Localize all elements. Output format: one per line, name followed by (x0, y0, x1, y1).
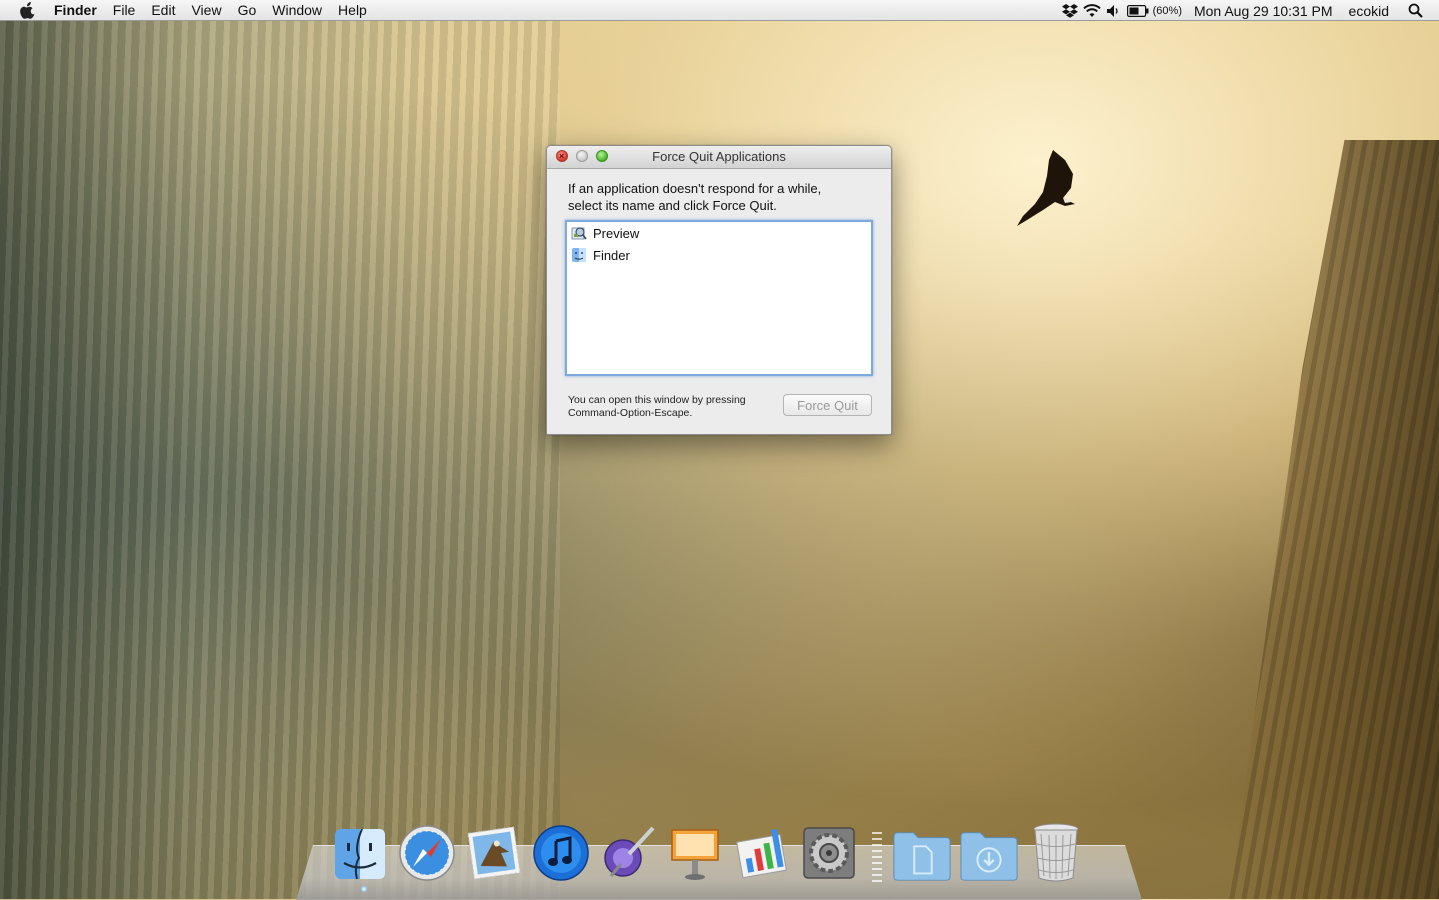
battery-icon[interactable] (1125, 0, 1151, 21)
menubar-clock[interactable]: Mon Aug 29 10:31 PM (1194, 3, 1333, 19)
menu-edit[interactable]: Edit (143, 0, 183, 21)
iphoto-icon (604, 826, 655, 877)
list-item-label: Preview (593, 225, 640, 241)
menu-bar: Finder File Edit View Go Window Help (60… (0, 0, 1439, 21)
eagle-wallpaper-decoration (1017, 150, 1075, 226)
battery-percentage: (60%) (1152, 4, 1182, 17)
dock-iphoto[interactable] (598, 820, 658, 882)
instructions-text: If an application doesn't respond for a … (568, 180, 873, 214)
instructions-line-2: select its name and click Force Quit. (568, 198, 777, 213)
numbers-icon (736, 829, 787, 879)
menu-window[interactable]: Window (264, 0, 330, 21)
dock-separator (872, 832, 882, 882)
shortcut-hint: You can open this window by pressing Com… (568, 394, 778, 420)
downloads-folder-icon (960, 832, 1018, 881)
dock-trash[interactable] (1026, 820, 1086, 882)
hint-line-1: You can open this window by pressing (568, 394, 746, 406)
dock-itunes[interactable] (531, 820, 591, 882)
preview-icon (571, 225, 587, 241)
keynote-icon (671, 829, 719, 880)
force-quit-window: × Force Quit Applications If an applicat… (546, 145, 892, 435)
window-title: Force Quit Applications (652, 149, 786, 164)
finder-icon (571, 247, 587, 263)
force-quit-button[interactable]: Force Quit (783, 394, 872, 416)
dock (330, 812, 1093, 882)
trash-icon (1033, 823, 1079, 882)
apple-icon[interactable] (16, 0, 38, 21)
documents-folder-icon (893, 832, 951, 881)
mail-icon (467, 826, 521, 880)
menu-file[interactable]: File (105, 0, 144, 21)
list-item-finder[interactable]: Finder (567, 244, 871, 266)
dock-mail[interactable] (464, 820, 524, 882)
dock-documents-folder[interactable] (892, 820, 952, 882)
finder-icon (335, 828, 385, 880)
spotlight-icon[interactable] (1405, 0, 1425, 21)
list-item-preview[interactable]: Preview (567, 222, 871, 244)
dropbox-icon[interactable] (1059, 0, 1081, 21)
dock-keynote[interactable] (665, 820, 725, 882)
dock-numbers[interactable] (732, 820, 792, 882)
dock-downloads-folder[interactable] (959, 820, 1019, 882)
application-list[interactable]: Preview Finder (565, 220, 873, 376)
dock-system-preferences[interactable] (799, 820, 859, 882)
itunes-icon (533, 825, 589, 881)
hint-line-2: Command-Option-Escape. (568, 407, 693, 419)
menu-view[interactable]: View (183, 0, 229, 21)
system-preferences-icon (803, 827, 855, 879)
wifi-icon[interactable] (1081, 0, 1103, 21)
instructions-line-1: If an application doesn't respond for a … (568, 181, 822, 196)
menu-help[interactable]: Help (330, 0, 375, 21)
finder-running-indicator (361, 886, 367, 892)
volume-icon[interactable] (1103, 0, 1125, 21)
menubar-user[interactable]: ecokid (1349, 3, 1389, 19)
menu-go[interactable]: Go (230, 0, 265, 21)
safari-icon (399, 825, 455, 881)
window-titlebar[interactable]: × Force Quit Applications (547, 146, 891, 169)
wallpaper-cliff (1229, 140, 1439, 899)
dock-finder[interactable] (330, 820, 390, 882)
dock-safari[interactable] (397, 820, 457, 882)
list-item-label: Finder (593, 247, 630, 263)
wallpaper-waterfall (0, 20, 560, 899)
menu-app-finder[interactable]: Finder (48, 0, 105, 21)
